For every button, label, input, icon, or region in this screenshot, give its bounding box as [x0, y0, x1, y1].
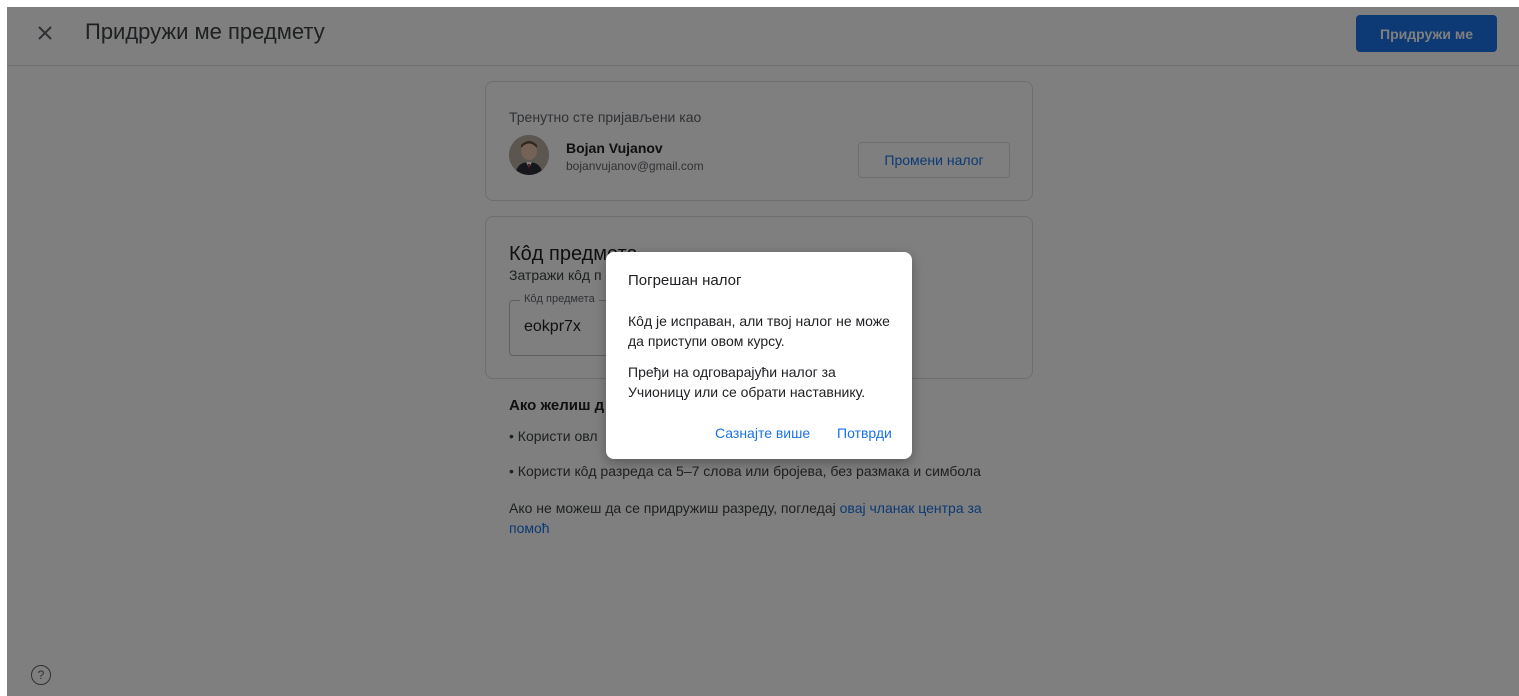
page-edge-left: [0, 0, 7, 696]
page-edge-top: [0, 0, 1519, 7]
dialog-message: Кôд је исправан, али твој налог не може …: [628, 313, 890, 349]
confirm-button[interactable]: Потврди: [837, 425, 892, 441]
dialog-message: Пређи на одговарајући налог за Учионицу …: [628, 364, 866, 400]
dialog-title: Погрешан налог: [628, 272, 742, 289]
wrong-account-dialog: Погрешан налог Кôд је исправан, али твој…: [606, 252, 912, 459]
learn-more-button[interactable]: Сазнајте више: [715, 425, 810, 441]
